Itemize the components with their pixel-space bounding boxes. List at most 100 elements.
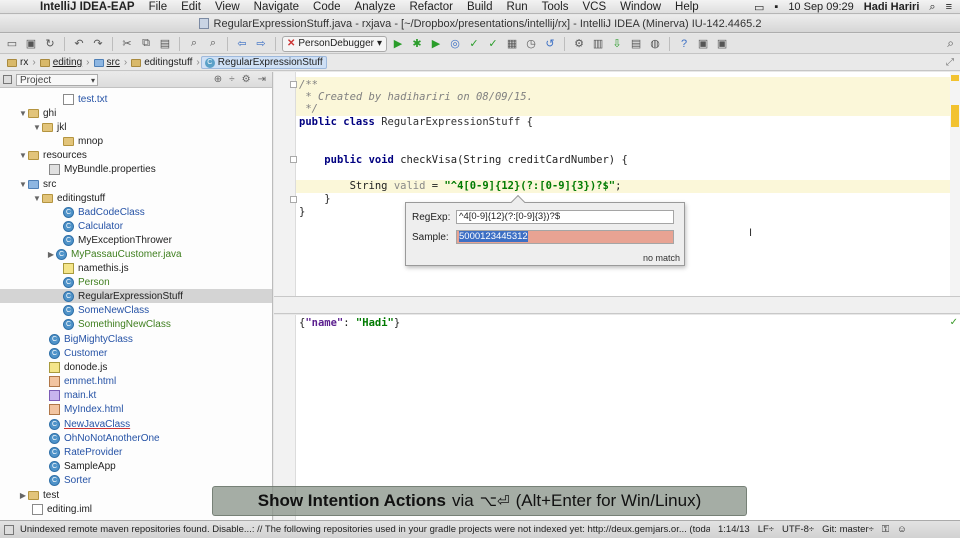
project-view-select[interactable]: Project bbox=[16, 73, 98, 86]
breadcrumb-item-editingstuff[interactable]: editingstuff bbox=[128, 57, 195, 68]
back-icon[interactable]: ⇦ bbox=[234, 36, 250, 52]
menu-vcs[interactable]: VCS bbox=[582, 1, 606, 13]
replace-icon[interactable]: ⌕ bbox=[205, 36, 221, 52]
fold-toggle-icon[interactable] bbox=[290, 81, 297, 88]
redo-icon[interactable]: ↷ bbox=[90, 36, 106, 52]
menu-view[interactable]: View bbox=[215, 1, 240, 13]
sync-icon[interactable]: ↻ bbox=[42, 36, 58, 52]
tree-item-customer[interactable]: C Customer bbox=[49, 346, 107, 360]
clock[interactable]: 10 Sep 09:29 bbox=[788, 1, 853, 13]
debug-icon[interactable]: ✱ bbox=[409, 36, 425, 52]
menu-analyze[interactable]: Analyze bbox=[355, 1, 396, 13]
expanded-arrow-icon[interactable]: ▼ bbox=[18, 151, 28, 160]
regexp-field[interactable]: ^4[0-9]{12}(?:[0-9]{3})?$ bbox=[456, 210, 674, 224]
collapsed-arrow-icon[interactable]: ▶ bbox=[18, 491, 28, 500]
menu-run[interactable]: Run bbox=[507, 1, 528, 13]
collapsed-arrow-icon[interactable]: ▶ bbox=[46, 250, 56, 259]
line-separator[interactable]: LF÷ bbox=[758, 524, 774, 535]
expanded-arrow-icon[interactable]: ▼ bbox=[18, 180, 28, 189]
hide-panel-icon[interactable]: ⇥ bbox=[258, 74, 266, 85]
forward-icon[interactable]: ⇨ bbox=[253, 36, 269, 52]
menu-edit[interactable]: Edit bbox=[181, 1, 201, 13]
revert-icon[interactable]: ↺ bbox=[542, 36, 558, 52]
tree-item-editing-iml[interactable]: editing.iml bbox=[32, 502, 92, 516]
menu-refactor[interactable]: Refactor bbox=[409, 1, 452, 13]
sample-field[interactable]: 5000123445312 bbox=[456, 230, 674, 244]
settings-icon[interactable]: ⚙ bbox=[571, 36, 587, 52]
tree-item-sampleapp[interactable]: C SampleApp bbox=[49, 459, 116, 473]
tree-item-mnop[interactable]: mnop bbox=[63, 134, 103, 148]
tree-item-bigmightyclass[interactable]: C BigMightyClass bbox=[49, 332, 133, 346]
editor-splitter[interactable] bbox=[274, 296, 960, 314]
collapse-all-icon[interactable]: ÷ bbox=[229, 74, 235, 85]
battery-icon[interactable]: ▭ bbox=[754, 1, 764, 14]
vcs-update-icon[interactable]: ✓ bbox=[466, 36, 482, 52]
tree-item-somenewclass[interactable]: C SomeNewClass bbox=[63, 303, 149, 317]
vcs-compare-icon[interactable]: ▦ bbox=[504, 36, 520, 52]
tree-item-ohnonotanotherone[interactable]: C OhNoNotAnotherOne bbox=[49, 431, 160, 445]
tree-item-mypassaucustomer[interactable]: ▶ C MyPassauCustomer.java bbox=[46, 247, 182, 261]
expanded-arrow-icon[interactable]: ▼ bbox=[18, 109, 28, 118]
spotlight-search-icon[interactable]: ⌕ bbox=[929, 1, 935, 14]
tree-item-somethingnewclass[interactable]: C SomethingNewClass bbox=[63, 317, 171, 331]
tree-item-editingstuff[interactable]: ▼ editingstuff bbox=[32, 191, 105, 205]
lock-icon[interactable]: ⚿ bbox=[882, 524, 889, 535]
tool-window-icon[interactable]: ▣ bbox=[714, 36, 730, 52]
tree-item-resources[interactable]: ▼ resources bbox=[18, 148, 87, 162]
user-name[interactable]: Hadi Hariri bbox=[864, 1, 920, 13]
device-monitor-icon[interactable]: ▤ bbox=[628, 36, 644, 52]
menu-help[interactable]: Help bbox=[675, 1, 699, 13]
scroll-from-source-icon[interactable]: ⊕ bbox=[214, 74, 222, 85]
breadcrumb-item-class[interactable]: C RegularExpressionStuff bbox=[200, 56, 327, 69]
tree-item-src[interactable]: ▼ src bbox=[18, 177, 56, 191]
sdk-manager-icon[interactable]: ⇩ bbox=[609, 36, 625, 52]
tree-item-test-txt[interactable]: test.txt bbox=[63, 92, 107, 106]
inspection-status-icon[interactable] bbox=[951, 75, 959, 81]
copy-icon[interactable]: ⧉ bbox=[138, 36, 154, 52]
tree-item-regularexpressionstuff[interactable]: C RegularExpressionStuff bbox=[0, 289, 272, 303]
fold-toggle-icon[interactable] bbox=[290, 196, 297, 203]
tree-item-badcodeclass[interactable]: C BadCodeClass bbox=[63, 205, 145, 219]
android-icon[interactable]: ◍ bbox=[647, 36, 663, 52]
notification-list-icon[interactable]: ≡ bbox=[946, 1, 952, 13]
tool-windows-icon[interactable] bbox=[4, 524, 14, 535]
hector-icon[interactable]: ☺ bbox=[897, 524, 907, 535]
run-configuration-select[interactable]: ✕ PersonDebugger ▾ bbox=[282, 35, 388, 52]
tree-item-sorter[interactable]: C Sorter bbox=[49, 473, 91, 487]
expanded-arrow-icon[interactable]: ▼ bbox=[32, 194, 42, 203]
search-everywhere-icon[interactable]: ⌕ bbox=[947, 36, 954, 51]
tree-item-mybundle[interactable]: MyBundle.properties bbox=[49, 162, 156, 176]
tree-item-jkl[interactable]: ▼ jkl bbox=[32, 120, 66, 134]
run-icon[interactable]: ▶ bbox=[390, 36, 406, 52]
project-structure-icon[interactable]: ▥ bbox=[590, 36, 606, 52]
help-icon[interactable]: ? bbox=[676, 36, 692, 52]
vcs-commit-icon[interactable]: ✓ bbox=[485, 36, 501, 52]
expand-icon[interactable]: ⤢ bbox=[946, 57, 954, 68]
save-all-icon[interactable]: ▣ bbox=[23, 36, 39, 52]
tree-item-test[interactable]: ▶ test bbox=[18, 488, 59, 502]
menu-build[interactable]: Build bbox=[467, 1, 493, 13]
flag-icon[interactable]: ▪ bbox=[774, 1, 778, 13]
breadcrumb-item-editing[interactable]: editing bbox=[37, 57, 85, 68]
file-encoding[interactable]: UTF-8÷ bbox=[782, 524, 814, 535]
menu-code[interactable]: Code bbox=[313, 1, 341, 13]
fold-toggle-icon[interactable] bbox=[290, 156, 297, 163]
git-branch[interactable]: Git: master÷ bbox=[822, 524, 874, 535]
tree-item-person[interactable]: C Person bbox=[63, 275, 110, 289]
breadcrumb-item-src[interactable]: src bbox=[91, 57, 123, 68]
tree-item-calculator[interactable]: C Calculator bbox=[63, 219, 123, 233]
caret-position[interactable]: 1:14/13 bbox=[718, 524, 750, 535]
cut-icon[interactable]: ✂ bbox=[119, 36, 135, 52]
find-icon[interactable]: ⌕ bbox=[186, 36, 202, 52]
open-folder-icon[interactable]: ▭ bbox=[4, 36, 20, 52]
menu-navigate[interactable]: Navigate bbox=[254, 1, 299, 13]
expanded-arrow-icon[interactable]: ▼ bbox=[32, 123, 42, 132]
error-stripe[interactable] bbox=[950, 72, 960, 296]
status-message[interactable]: Unindexed remote maven repositories foun… bbox=[20, 524, 710, 535]
breadcrumb-item-rx[interactable]: rx bbox=[4, 57, 31, 68]
menu-file[interactable]: File bbox=[149, 1, 168, 13]
tree-item-myindex-html[interactable]: MyIndex.html bbox=[49, 402, 123, 416]
vcs-history-icon[interactable]: ◷ bbox=[523, 36, 539, 52]
tree-item-newjavaclass[interactable]: C NewJavaClass bbox=[49, 417, 130, 431]
tree-item-emmet-html[interactable]: emmet.html bbox=[49, 374, 116, 388]
